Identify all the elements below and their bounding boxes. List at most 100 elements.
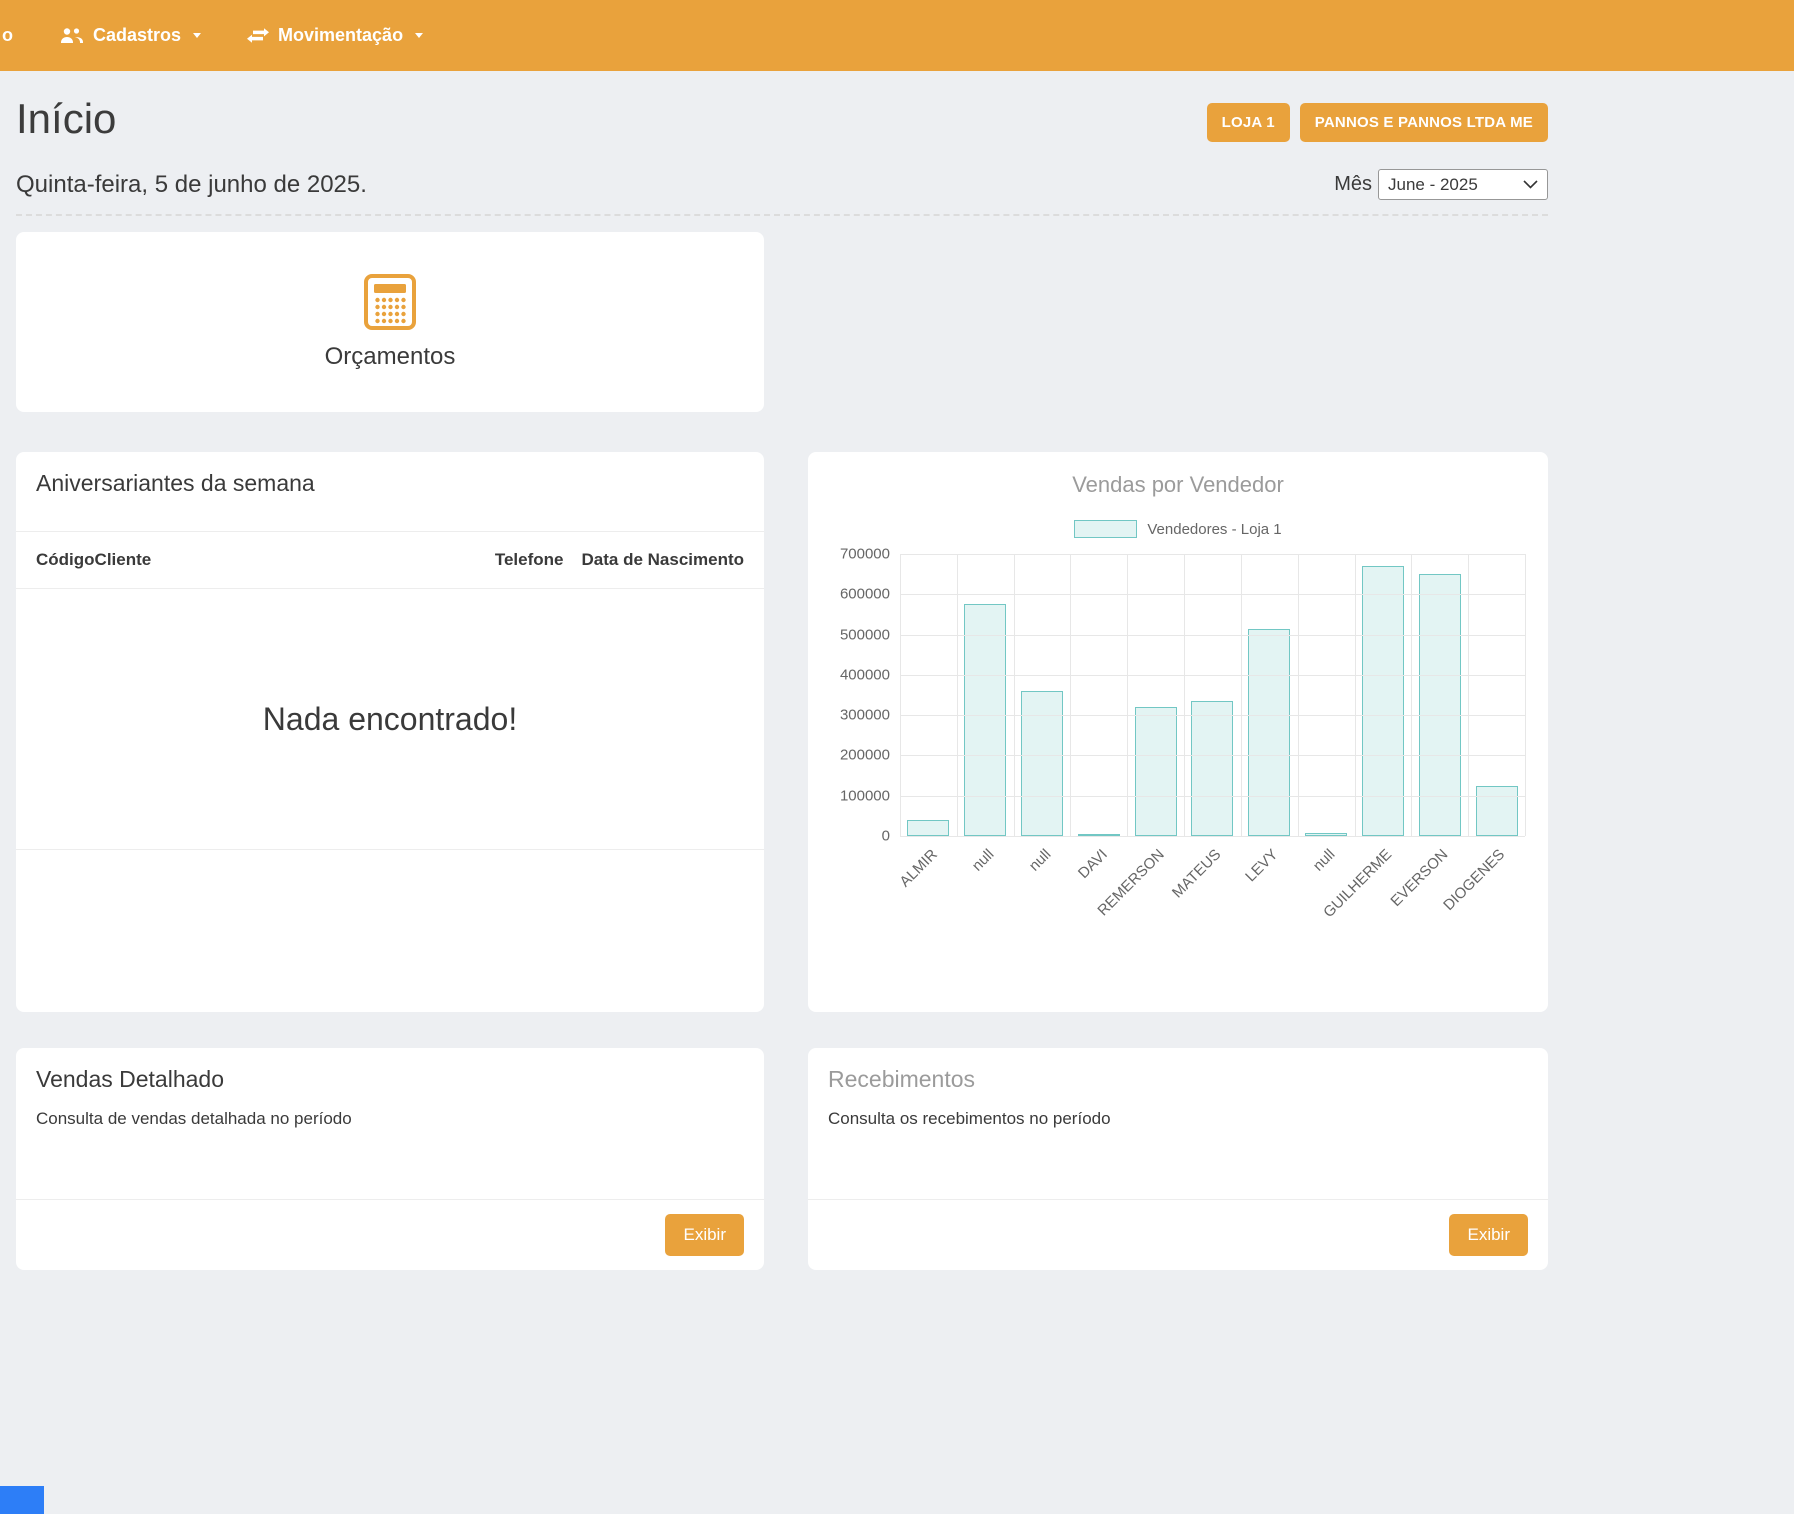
h-gridline — [900, 715, 1525, 716]
month-picker: Mês June - 2025 — [1334, 169, 1548, 200]
x-label-slot: null — [1014, 836, 1071, 928]
nav-item-movimentacao[interactable]: Movimentação — [247, 25, 423, 46]
h-gridline — [900, 635, 1525, 636]
v-gridline — [1525, 554, 1526, 836]
current-date-text: Quinta-feira, 5 de junho de 2025. — [16, 171, 367, 199]
v-gridline — [957, 554, 958, 836]
bar-EVERSON — [1419, 574, 1461, 836]
y-tick-label: 100000 — [840, 787, 890, 804]
chart-plot — [900, 554, 1525, 836]
column-header-cliente: Cliente — [95, 550, 152, 570]
month-select[interactable]: June - 2025 — [1378, 169, 1548, 200]
bar-slot — [1411, 554, 1468, 836]
bar-REMERSON — [1135, 707, 1177, 836]
vendas-detalhado-footer: Exibir — [16, 1199, 764, 1270]
h-gridline — [900, 594, 1525, 595]
y-tick-label: 600000 — [840, 586, 890, 603]
bar-MATEUS — [1191, 701, 1233, 836]
y-tick-label: 0 — [882, 828, 890, 845]
x-tick-label: DAVI — [1075, 846, 1111, 882]
bar-slot — [1070, 554, 1127, 836]
v-gridline — [1298, 554, 1299, 836]
birthdays-card: Aniversariantes da semana Código Cliente… — [16, 452, 764, 1012]
h-gridline — [900, 755, 1525, 756]
recebimentos-card: Recebimentos Consulta os recebimentos no… — [808, 1048, 1548, 1270]
legend-label: Vendedores - Loja 1 — [1147, 521, 1281, 538]
sales-chart-card: Vendas por Vendedor Vendedores - Loja 1 … — [808, 452, 1548, 1012]
users-icon — [60, 27, 84, 44]
x-tick-label: null — [1026, 846, 1055, 875]
orcamentos-card[interactable]: Orçamentos — [16, 232, 764, 412]
bottom-row: Vendas Detalhado Consulta de vendas deta… — [16, 1048, 1548, 1270]
v-gridline — [1468, 554, 1469, 836]
v-gridline — [1241, 554, 1242, 836]
bar-slot — [1014, 554, 1071, 836]
x-label-slot: DIOGENES — [1468, 836, 1525, 928]
nav-item-cadastros[interactable]: Cadastros — [60, 25, 201, 46]
header-buttons: LOJA 1 PANNOS E PANNOS LTDA ME — [1207, 103, 1548, 142]
birthdays-card-title: Aniversariantes da semana — [16, 452, 764, 531]
bar-null — [964, 604, 1006, 836]
x-label-slot: ALMIR — [900, 836, 957, 928]
month-label: Mês — [1334, 173, 1372, 196]
x-label-slot: LEVY — [1241, 836, 1298, 928]
v-gridline — [1014, 554, 1015, 836]
x-label-slot: null — [957, 836, 1014, 928]
bar-slot — [1241, 554, 1298, 836]
bar-slot — [1298, 554, 1355, 836]
chevron-down-icon — [415, 33, 423, 38]
page-header: Início LOJA 1 PANNOS E PANNOS LTDA ME — [16, 71, 1548, 143]
company-button[interactable]: PANNOS E PANNOS LTDA ME — [1300, 103, 1548, 142]
bar-slot — [1468, 554, 1525, 836]
vendas-detalhado-card: Vendas Detalhado Consulta de vendas deta… — [16, 1048, 764, 1270]
bar-LEVY — [1248, 629, 1290, 836]
bar-slot — [1127, 554, 1184, 836]
divider — [16, 849, 764, 850]
date-row: Quinta-feira, 5 de junho de 2025. Mês Ju… — [16, 169, 1548, 200]
bar-slot — [957, 554, 1014, 836]
recebimentos-description: Consulta os recebimentos no período — [808, 1093, 1548, 1129]
bar-ALMIR — [907, 820, 949, 836]
y-tick-label: 200000 — [840, 747, 890, 764]
v-gridline — [1070, 554, 1071, 836]
nav-item-label: Cadastros — [93, 25, 181, 46]
store-button[interactable]: LOJA 1 — [1207, 103, 1290, 142]
recebimentos-title: Recebimentos — [808, 1048, 1548, 1093]
exchange-arrows-icon — [247, 28, 269, 43]
bottom-left-blue-artifact — [0, 1486, 44, 1514]
vendas-detalhado-title: Vendas Detalhado — [16, 1048, 764, 1093]
h-gridline — [900, 796, 1525, 797]
main-content: Início LOJA 1 PANNOS E PANNOS LTDA ME Qu… — [16, 71, 1548, 1270]
x-tick-label: ALMIR — [896, 846, 940, 890]
chart-title: Vendas por Vendedor — [808, 452, 1548, 498]
select-chevron-icon — [1523, 180, 1538, 189]
birthdays-empty-area: Nada encontrado! — [16, 589, 764, 849]
empty-message: Nada encontrado! — [263, 701, 517, 738]
bar-DIOGENES — [1476, 786, 1518, 836]
bar-slot — [900, 554, 957, 836]
column-header-telefone: Telefone — [495, 550, 564, 570]
dashed-divider — [16, 214, 1548, 216]
column-header-codigo: Código — [36, 550, 95, 570]
v-gridline — [1184, 554, 1185, 836]
recebimentos-footer: Exibir — [808, 1199, 1548, 1270]
h-gridline — [900, 675, 1525, 676]
chart-x-axis: ALMIRnullnullDAVIREMERSONMATEUSLEVYnullG… — [900, 836, 1525, 928]
v-gridline — [900, 554, 901, 836]
v-gridline — [1355, 554, 1356, 836]
page-title: Início — [16, 95, 116, 143]
chart-legend[interactable]: Vendedores - Loja 1 — [808, 520, 1548, 538]
column-header-nascimento: Data de Nascimento — [582, 550, 745, 570]
chevron-down-icon — [193, 33, 201, 38]
v-gridline — [1127, 554, 1128, 836]
v-gridline — [1411, 554, 1412, 836]
h-gridline — [900, 554, 1525, 555]
chart-y-axis: 7000006000005000004000003000002000001000… — [808, 554, 900, 836]
x-tick-label: null — [969, 846, 998, 875]
chart-bars — [900, 554, 1525, 836]
bar-null — [1021, 691, 1063, 836]
navbar-brand-partial[interactable]: o — [0, 25, 14, 46]
exibir-recebimentos-button[interactable]: Exibir — [1449, 1214, 1528, 1256]
exibir-vendas-button[interactable]: Exibir — [665, 1214, 744, 1256]
x-label-slot: MATEUS — [1184, 836, 1241, 928]
